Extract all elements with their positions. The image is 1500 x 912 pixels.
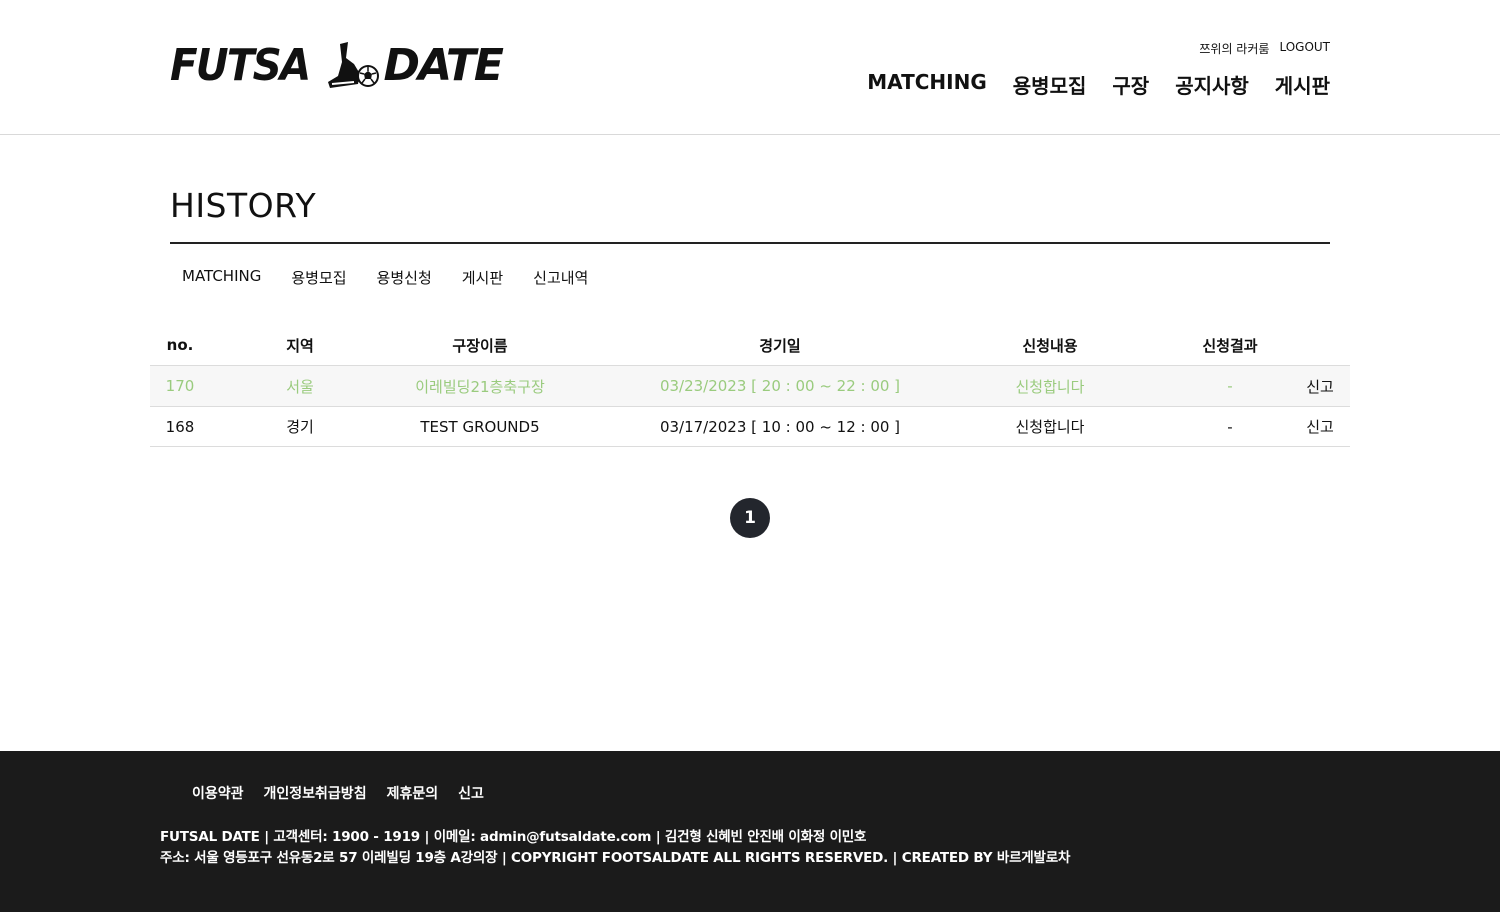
header-date: 경기일	[759, 336, 801, 355]
cell-no: 170	[165, 377, 195, 395]
logo-text-right: DATE	[383, 40, 504, 91]
cell-region: 서울	[286, 377, 314, 396]
history-table: no. 지역 구장이름 경기일 신청내용 신청결과 170 서울 이레빌딩21층…	[150, 325, 1350, 447]
footer-privacy-link[interactable]: 개인정보취급방침	[264, 783, 367, 803]
nav-notice[interactable]: 공지사항	[1175, 70, 1249, 99]
cell-result: -	[1227, 417, 1233, 436]
page-title: HISTORY	[170, 186, 317, 225]
report-button[interactable]: 신고	[1290, 416, 1350, 437]
cell-result: -	[1227, 377, 1233, 395]
table-row[interactable]: 168 경기 TEST GROUND5 03/17/2023 [ 10 : 00…	[150, 406, 1350, 447]
cell-apply: 신청합니다	[1015, 418, 1085, 436]
cell-date: 03/23/2023 [ 20 : 00 ~ 22 : 00 ]	[659, 377, 901, 395]
subtab-mercenary-apply[interactable]: 용병신청	[377, 267, 432, 288]
footer-terms-link[interactable]: 이용약관	[192, 783, 244, 803]
logo-text-left: FUTSA	[170, 40, 311, 91]
cell-ground: 이레빌딩21층축구장	[415, 377, 545, 396]
report-button[interactable]: 신고	[1290, 376, 1350, 397]
nav-ground[interactable]: 구장	[1112, 70, 1149, 99]
pagination-page-1[interactable]: 1	[730, 498, 770, 538]
cell-apply: 신청합니다	[1015, 377, 1085, 396]
history-subtabs: MATCHING 용병모집 용병신청 게시판 신고내역	[182, 267, 588, 288]
subtab-report-history[interactable]: 신고내역	[533, 267, 588, 288]
subtab-mercenary-recruit[interactable]: 용병모집	[291, 267, 346, 288]
nav-mercenary-recruit[interactable]: 용병모집	[1013, 70, 1087, 99]
boot-ball-icon	[324, 40, 382, 92]
footer-partnership-link[interactable]: 제휴문의	[387, 783, 439, 803]
cell-region: 경기	[286, 418, 314, 436]
nav-matching[interactable]: MATCHING	[867, 70, 986, 99]
header-no: no.	[166, 336, 194, 354]
user-name-link[interactable]: 쯔위의 라커룸	[1199, 40, 1269, 57]
subtab-board[interactable]: 게시판	[462, 267, 503, 288]
footer-company-info: FUTSAL DATE | 고객센터: 1900 - 1919 | 이메일: a…	[160, 829, 867, 845]
table-header: no. 지역 구장이름 경기일 신청내용 신청결과	[150, 325, 1350, 365]
footer-report-link[interactable]: 신고	[458, 783, 484, 803]
main-nav: MATCHING 용병모집 구장 공지사항 게시판	[867, 70, 1330, 99]
cell-no: 168	[165, 417, 195, 436]
futsal-date-logo[interactable]: FUTSA DATE	[170, 38, 504, 94]
user-utility: 쯔위의 라커룸 LOGOUT	[1199, 40, 1330, 57]
site-header: FUTSA DATE 쯔위의 라커룸 LOGOUT MATCHING 용병모집 …	[0, 0, 1500, 135]
site-footer: 이용약관 개인정보취급방침 제휴문의 신고 FUTSAL DATE | 고객센터…	[0, 751, 1500, 912]
nav-board[interactable]: 게시판	[1275, 70, 1330, 99]
footer-links: 이용약관 개인정보취급방침 제휴문의 신고	[192, 783, 484, 803]
header-apply: 신청내용	[1022, 336, 1078, 355]
header-ground: 구장이름	[452, 336, 508, 355]
title-divider	[170, 242, 1330, 244]
cell-date: 03/17/2023 [ 10 : 00 ~ 12 : 00 ]	[659, 417, 901, 436]
header-result: 신청결과	[1202, 336, 1258, 355]
footer-address-copyright: 주소: 서울 영등포구 선유동2로 57 이레빌딩 19층 A강의장 | COP…	[160, 850, 1071, 866]
header-region: 지역	[286, 336, 314, 355]
table-row[interactable]: 170 서울 이레빌딩21층축구장 03/23/2023 [ 20 : 00 ~…	[150, 365, 1350, 406]
logout-link[interactable]: LOGOUT	[1279, 40, 1330, 57]
cell-ground: TEST GROUND5	[420, 417, 540, 436]
subtab-matching[interactable]: MATCHING	[182, 267, 261, 288]
